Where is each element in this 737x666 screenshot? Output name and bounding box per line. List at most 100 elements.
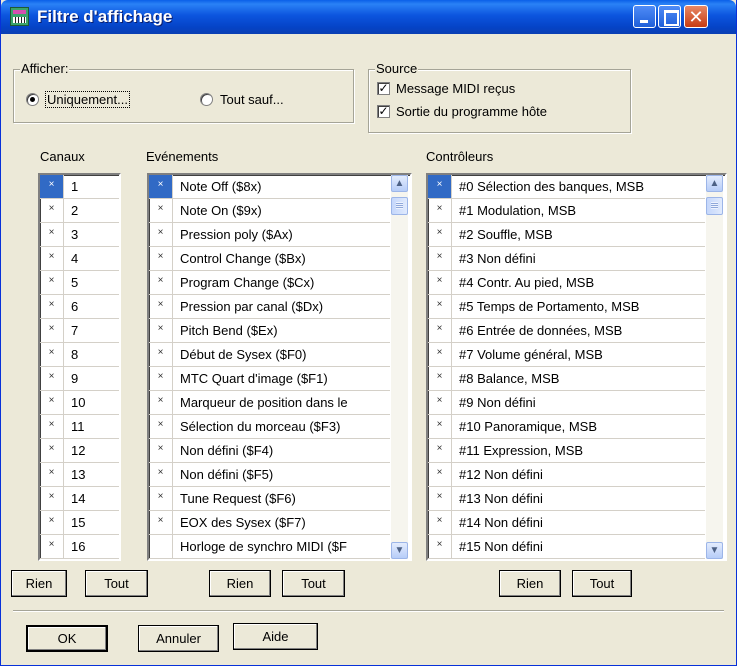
list-item[interactable]: × 13 (40, 463, 119, 487)
maximize-button[interactable] (658, 5, 681, 28)
list-item[interactable]: × Tune Request ($F6) (149, 487, 390, 511)
canaux-rien-button[interactable]: Rien (11, 570, 67, 597)
row-check-mark[interactable]: × (40, 391, 64, 414)
row-check-mark[interactable]: × (149, 439, 173, 462)
row-check-mark[interactable]: × (40, 439, 64, 462)
canaux-tout-button[interactable]: Tout (85, 570, 148, 597)
row-check-mark[interactable]: × (40, 511, 64, 534)
row-check-mark[interactable]: × (428, 535, 452, 558)
list-item[interactable]: × Program Change ($Cx) (149, 271, 390, 295)
row-check-mark[interactable]: × (40, 343, 64, 366)
radio-button[interactable] (200, 93, 213, 106)
scroll-thumb[interactable] (706, 197, 723, 215)
row-check-mark[interactable]: × (428, 511, 452, 534)
list-item[interactable]: × Control Change ($Bx) (149, 247, 390, 271)
row-check-mark[interactable]: × (149, 391, 173, 414)
list-item[interactable]: × #13 Non défini (428, 487, 705, 511)
row-check-mark[interactable]: × (149, 295, 173, 318)
row-check-mark[interactable]: × (428, 271, 452, 294)
row-check-mark[interactable]: × (40, 223, 64, 246)
list-item[interactable]: × #11 Expression, MSB (428, 439, 705, 463)
list-item[interactable]: × Note Off ($8x) (149, 175, 390, 199)
scroll-thumb[interactable] (391, 197, 408, 215)
list-item[interactable]: × 7 (40, 319, 119, 343)
row-check-mark[interactable]: × (428, 175, 452, 198)
checkbox-sortie-hote[interactable]: ✓ Sortie du programme hôte (377, 104, 547, 119)
evenements-scrollbar[interactable]: ▲ ▼ (391, 175, 408, 559)
list-item[interactable]: × 15 (40, 511, 119, 535)
list-item[interactable]: × 5 (40, 271, 119, 295)
list-item[interactable]: × Note On ($9x) (149, 199, 390, 223)
evenements-list[interactable]: × Note Off ($8x) × Note On ($9x) × Pression p… (147, 173, 412, 561)
list-item[interactable]: × #8 Balance, MSB (428, 367, 705, 391)
row-check-mark[interactable]: × (149, 223, 173, 246)
list-item[interactable]: × Pitch Bend ($Ex) (149, 319, 390, 343)
row-check-mark[interactable]: × (40, 535, 64, 558)
list-item[interactable]: × #4 Contr. Au pied, MSB (428, 271, 705, 295)
row-check-mark[interactable] (149, 535, 173, 558)
evenements-tout-button[interactable]: Tout (282, 570, 345, 597)
radio-button[interactable] (26, 93, 39, 106)
list-item[interactable]: × EOX des Sysex ($F7) (149, 511, 390, 535)
list-item[interactable]: × #6 Entrée de données, MSB (428, 319, 705, 343)
list-item[interactable]: × 9 (40, 367, 119, 391)
list-item[interactable]: × #10 Panoramique, MSB (428, 415, 705, 439)
list-item[interactable]: × MTC Quart d'image ($F1) (149, 367, 390, 391)
scroll-down-icon[interactable]: ▼ (391, 542, 408, 559)
evenements-rien-button[interactable]: Rien (209, 570, 271, 597)
list-item[interactable]: × #5 Temps de Portamento, MSB (428, 295, 705, 319)
row-check-mark[interactable]: × (428, 343, 452, 366)
list-item[interactable]: Horloge de synchro MIDI ($F (149, 535, 390, 559)
row-check-mark[interactable]: × (40, 271, 64, 294)
row-check-mark[interactable]: × (428, 319, 452, 342)
list-item[interactable]: × #15 Non défini (428, 535, 705, 559)
list-item[interactable]: × #9 Non défini (428, 391, 705, 415)
controleurs-list[interactable]: × #0 Sélection des banques, MSB × #1 Modula… (426, 173, 727, 561)
row-check-mark[interactable]: × (149, 247, 173, 270)
canaux-list[interactable]: × 1 × 2 × 3 × 4 × 5 × 6 × 7 × 8 × 9 × 10 × 11 × 12 × 13 × 14 × 15 × 16 (38, 173, 121, 561)
cancel-button[interactable]: Annuler (138, 625, 219, 652)
row-check-mark[interactable]: × (149, 511, 173, 534)
ok-button[interactable]: OK (26, 625, 108, 652)
list-item[interactable]: × #2 Souffle, MSB (428, 223, 705, 247)
list-item[interactable]: × 11 (40, 415, 119, 439)
row-check-mark[interactable]: × (40, 295, 64, 318)
list-item[interactable]: × 1 (40, 175, 119, 199)
row-check-mark[interactable]: × (40, 463, 64, 486)
list-item[interactable]: × #1 Modulation, MSB (428, 199, 705, 223)
scroll-down-icon[interactable]: ▼ (706, 542, 723, 559)
list-item[interactable]: × Pression par canal ($Dx) (149, 295, 390, 319)
list-item[interactable]: × Sélection du morceau ($F3) (149, 415, 390, 439)
row-check-mark[interactable]: × (149, 367, 173, 390)
list-item[interactable]: × #14 Non défini (428, 511, 705, 535)
row-check-mark[interactable]: × (40, 415, 64, 438)
row-check-mark[interactable]: × (40, 199, 64, 222)
row-check-mark[interactable]: × (428, 199, 452, 222)
row-check-mark[interactable]: × (40, 487, 64, 510)
row-check-mark[interactable]: × (428, 439, 452, 462)
list-item[interactable]: × Pression poly ($Ax) (149, 223, 390, 247)
list-item[interactable]: × #12 Non défini (428, 463, 705, 487)
row-check-mark[interactable]: × (428, 295, 452, 318)
checkbox-midi-recus[interactable]: ✓ Message MIDI reçus (377, 81, 515, 96)
row-check-mark[interactable]: × (149, 463, 173, 486)
row-check-mark[interactable]: × (428, 247, 452, 270)
list-item[interactable]: × 3 (40, 223, 119, 247)
row-check-mark[interactable]: × (428, 487, 452, 510)
title-bar[interactable]: Filtre d'affichage ✕ (1, 0, 736, 34)
row-check-mark[interactable]: × (149, 199, 173, 222)
list-item[interactable]: × 4 (40, 247, 119, 271)
list-item[interactable]: × Non défini ($F5) (149, 463, 390, 487)
list-item[interactable]: × 14 (40, 487, 119, 511)
row-check-mark[interactable]: × (149, 343, 173, 366)
minimize-button[interactable] (633, 5, 656, 28)
list-item[interactable]: × #7 Volume général, MSB (428, 343, 705, 367)
row-check-mark[interactable]: × (40, 367, 64, 390)
row-check-mark[interactable]: × (428, 391, 452, 414)
row-check-mark[interactable]: × (149, 487, 173, 510)
radio-tout-sauf[interactable]: Tout sauf... (200, 92, 284, 107)
row-check-mark[interactable]: × (428, 463, 452, 486)
list-item[interactable]: × Marqueur de position dans le (149, 391, 390, 415)
row-check-mark[interactable]: × (428, 367, 452, 390)
row-check-mark[interactable]: × (40, 175, 64, 198)
